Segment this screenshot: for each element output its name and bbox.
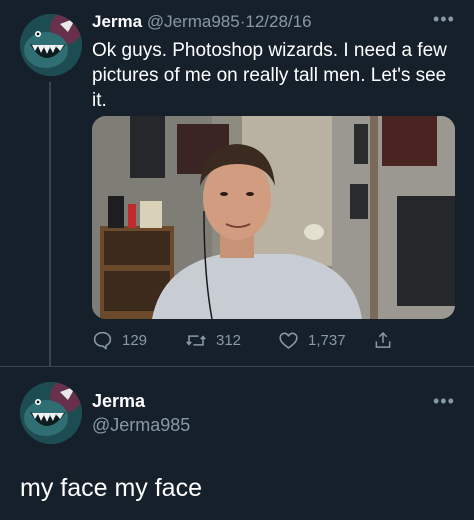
tweet-header: Jerma @Jerma985·12/28/16 <box>92 12 312 32</box>
tweet-text: Ok guys. Photoshop wizards. I need a few… <box>92 40 447 111</box>
reply-text: my face my face <box>20 474 202 502</box>
share-action[interactable] <box>373 330 393 351</box>
like-action[interactable]: 1,737 <box>278 330 346 351</box>
retweet-count: 312 <box>216 332 242 349</box>
tweet-date[interactable]: 12/28/16 <box>245 12 311 31</box>
reply-icon[interactable] <box>92 330 113 351</box>
reply-count: 129 <box>122 332 148 349</box>
reply-action[interactable]: 129 <box>92 330 147 351</box>
tweet-media-image[interactable] <box>92 116 455 319</box>
like-count: 1,737 <box>308 332 346 349</box>
retweet-action[interactable]: 312 <box>185 330 241 351</box>
display-name[interactable]: Jerma <box>92 12 142 31</box>
tweet-divider <box>0 366 474 367</box>
thread-connector-line <box>49 82 51 366</box>
retweet-icon[interactable] <box>185 330 207 351</box>
tweet-actions: 129 312 1,737 <box>92 330 412 352</box>
share-icon[interactable] <box>373 330 393 351</box>
reply-more-icon[interactable]: ••• <box>433 392 455 410</box>
reply-handle[interactable]: @Jerma985 <box>92 415 190 436</box>
reply-avatar[interactable] <box>20 382 82 444</box>
like-icon[interactable] <box>278 330 299 351</box>
avatar[interactable] <box>20 14 82 76</box>
handle[interactable]: @Jerma985 <box>147 12 240 31</box>
more-icon[interactable]: ••• <box>433 10 455 28</box>
reply-display-name[interactable]: Jerma <box>92 391 145 412</box>
